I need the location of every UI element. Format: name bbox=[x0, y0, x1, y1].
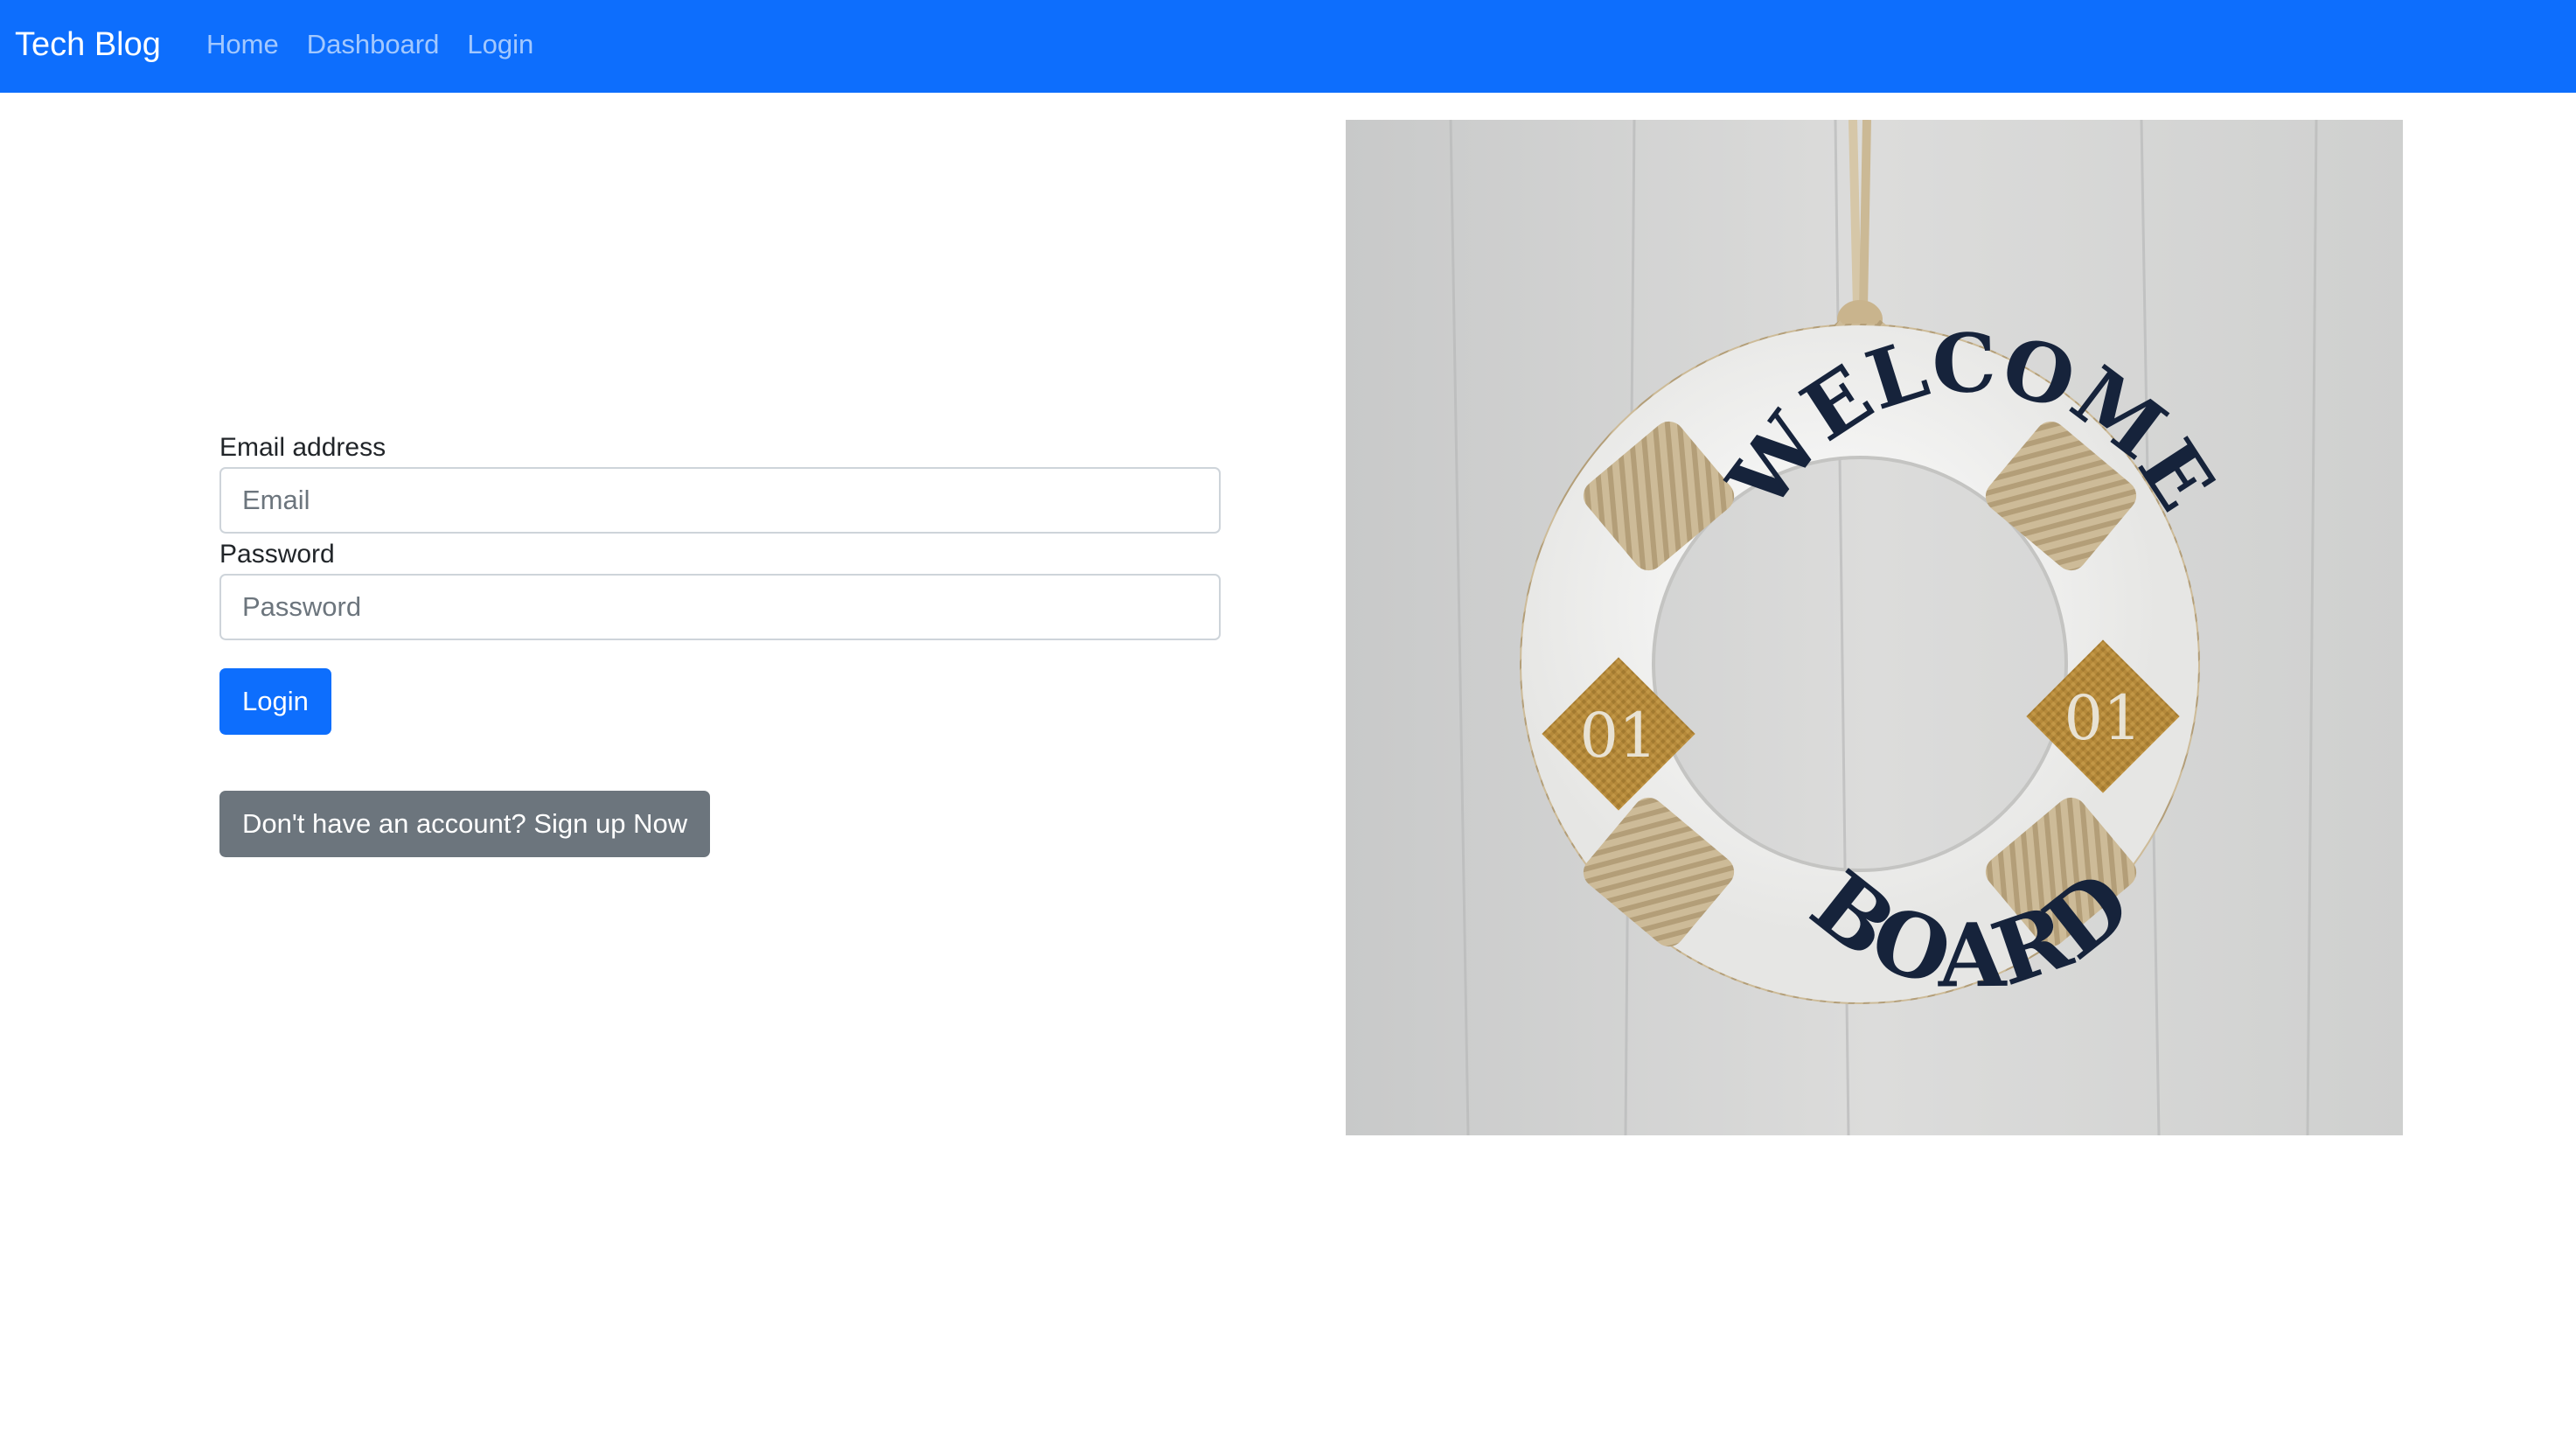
nav-link-login[interactable]: Login bbox=[467, 26, 533, 63]
nav-link-dashboard[interactable]: Dashboard bbox=[307, 26, 440, 63]
login-button[interactable]: Login bbox=[219, 668, 331, 735]
nav-link-home[interactable]: Home bbox=[206, 26, 279, 63]
login-form: Email address Password Login Don't have … bbox=[219, 429, 1221, 857]
svg-text:01: 01 bbox=[1579, 700, 1657, 771]
life-ring-illustration: 01 01 WELCOME BOARD bbox=[1346, 120, 2403, 1135]
password-input[interactable] bbox=[219, 574, 1221, 640]
svg-text:01: 01 bbox=[2064, 682, 2141, 754]
email-label: Email address bbox=[219, 433, 386, 462]
nav-links: Home Dashboard Login bbox=[206, 26, 533, 63]
password-label: Password bbox=[219, 540, 335, 569]
brand-link[interactable]: Tech Blog bbox=[15, 23, 161, 66]
email-input[interactable] bbox=[219, 467, 1221, 534]
navbar: Tech Blog Home Dashboard Login bbox=[0, 0, 2576, 93]
welcome-aboard-photo: 01 01 WELCOME BOARD bbox=[1346, 120, 2403, 1135]
signup-button[interactable]: Don't have an account? Sign up Now bbox=[219, 791, 711, 857]
